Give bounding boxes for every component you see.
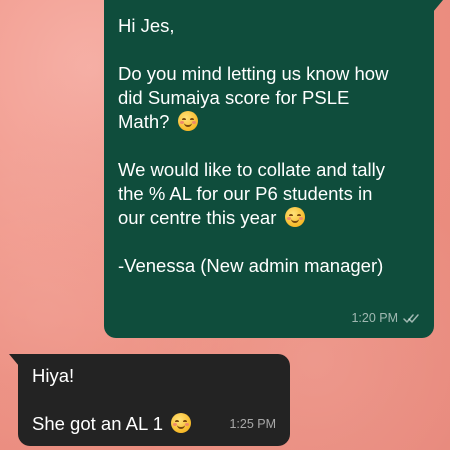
smiling-blush-emoji-icon <box>171 413 192 433</box>
outgoing-message-bubble[interactable]: Hi Jes, Do you mind letting us know how … <box>104 0 443 338</box>
message-meta: 1:25 PM <box>229 412 276 436</box>
message-timestamp: 1:25 PM <box>229 417 276 431</box>
smiling-face-emoji-icon <box>284 207 305 227</box>
message-line: Hi Jes, <box>118 15 175 36</box>
message-line: the % AL for our P6 students in <box>118 183 373 204</box>
incoming-message-bubble[interactable]: Hiya! She got an AL 1 1:25 PM <box>9 354 290 446</box>
message-line: Do you mind letting us know how <box>118 63 389 84</box>
bubble-tail <box>433 0 443 12</box>
message-line: -Venessa (New admin manager) <box>118 255 384 276</box>
message-text: She got an AL 1 <box>32 413 163 434</box>
message-meta: 1:20 PM <box>351 306 420 330</box>
message-text: Math? <box>118 111 170 132</box>
message-line-with-emoji: our centre this year <box>118 206 418 230</box>
message-line-with-emoji: Math? <box>118 110 418 134</box>
message-line: Hiya! <box>32 365 75 386</box>
message-line: We would like to collate and tally <box>118 159 386 180</box>
message-text: our centre this year <box>118 207 277 228</box>
message-timestamp: 1:20 PM <box>351 311 398 325</box>
message-line: did Sumaiya score for PSLE <box>118 87 350 108</box>
double-check-icon <box>403 313 420 324</box>
bubble-tail <box>9 354 19 366</box>
smiling-blush-emoji-icon <box>177 111 198 131</box>
